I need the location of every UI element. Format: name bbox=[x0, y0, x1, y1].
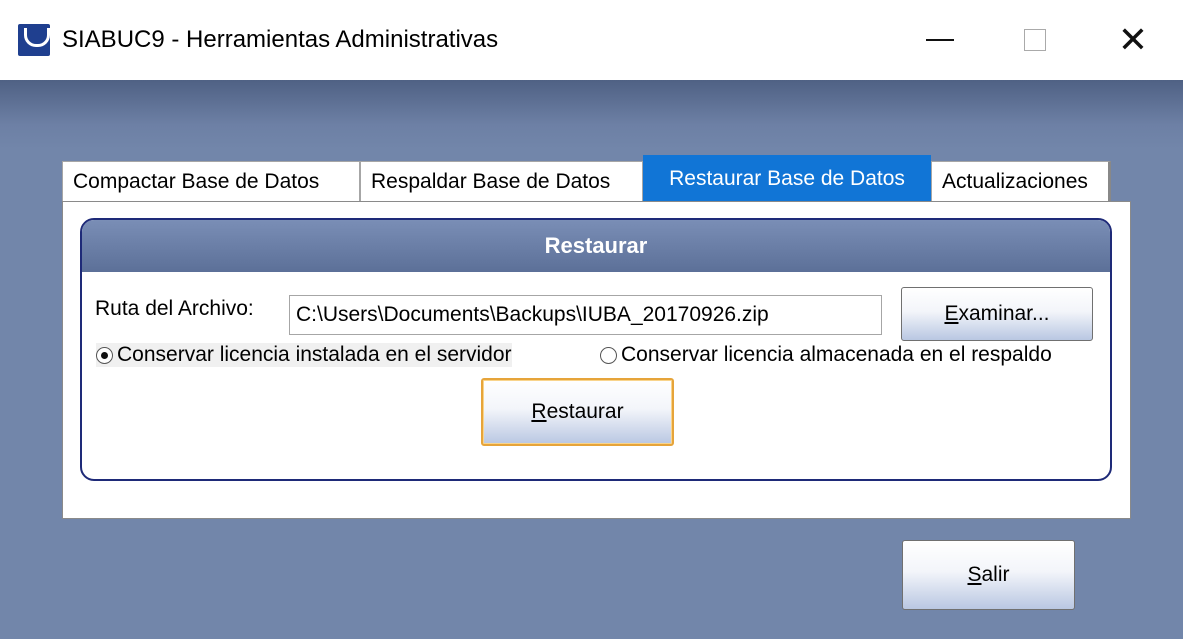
radio-label: Conservar licencia almacenada en el resp… bbox=[621, 343, 1052, 366]
close-icon: ✕ bbox=[1117, 19, 1149, 60]
window-title: SIABUC9 - Herramientas Administrativas bbox=[62, 26, 499, 53]
tab-restaurar[interactable]: Restaurar Base de Datos bbox=[643, 155, 931, 201]
restore-button[interactable]: Restaurar bbox=[481, 378, 674, 446]
tab-strip: Compactar Base de Datos Respaldar Base d… bbox=[62, 155, 1111, 201]
close-button[interactable]: ✕ bbox=[1098, 14, 1168, 66]
tab-label: Actualizaciones bbox=[942, 169, 1088, 193]
minimize-icon bbox=[926, 39, 954, 41]
siabuc-app-icon bbox=[18, 24, 50, 56]
tab-actualizaciones[interactable]: Actualizaciones bbox=[931, 161, 1111, 201]
exit-label: alir bbox=[981, 563, 1010, 586]
radio-label: Conservar licencia instalada en el servi… bbox=[117, 343, 512, 366]
minimize-button[interactable] bbox=[905, 14, 975, 66]
tab-respaldar[interactable]: Respaldar Base de Datos bbox=[360, 161, 643, 201]
maximize-icon bbox=[1024, 29, 1046, 51]
tab-label: Respaldar Base de Datos bbox=[371, 169, 611, 193]
file-path-input[interactable] bbox=[289, 295, 882, 335]
exit-button[interactable]: Salir bbox=[902, 540, 1075, 610]
maximize-button[interactable] bbox=[1000, 14, 1070, 66]
exit-mnemonic: S bbox=[967, 563, 982, 586]
tab-label: Compactar Base de Datos bbox=[73, 169, 320, 193]
restore-label: estaurar bbox=[546, 400, 624, 423]
browse-button[interactable]: Examinar... bbox=[901, 287, 1093, 341]
browse-label: xaminar... bbox=[958, 302, 1050, 325]
tab-label: Restaurar Base de Datos bbox=[669, 166, 905, 190]
radio-checked-icon bbox=[96, 346, 113, 364]
path-label: Ruta del Archivo: bbox=[95, 297, 254, 320]
browse-mnemonic: E bbox=[944, 302, 959, 325]
radio-keep-server-license[interactable]: Conservar licencia instalada en el servi… bbox=[96, 343, 512, 367]
title-bar: SIABUC9 - Herramientas Administrativas ✕ bbox=[0, 0, 1183, 80]
radio-keep-backup-license[interactable]: Conservar licencia almacenada en el resp… bbox=[600, 343, 1052, 367]
tab-compactar[interactable]: Compactar Base de Datos bbox=[62, 161, 360, 201]
radio-unchecked-icon bbox=[600, 346, 617, 364]
restore-mnemonic: R bbox=[531, 400, 547, 423]
group-header: Restaurar bbox=[82, 220, 1110, 272]
